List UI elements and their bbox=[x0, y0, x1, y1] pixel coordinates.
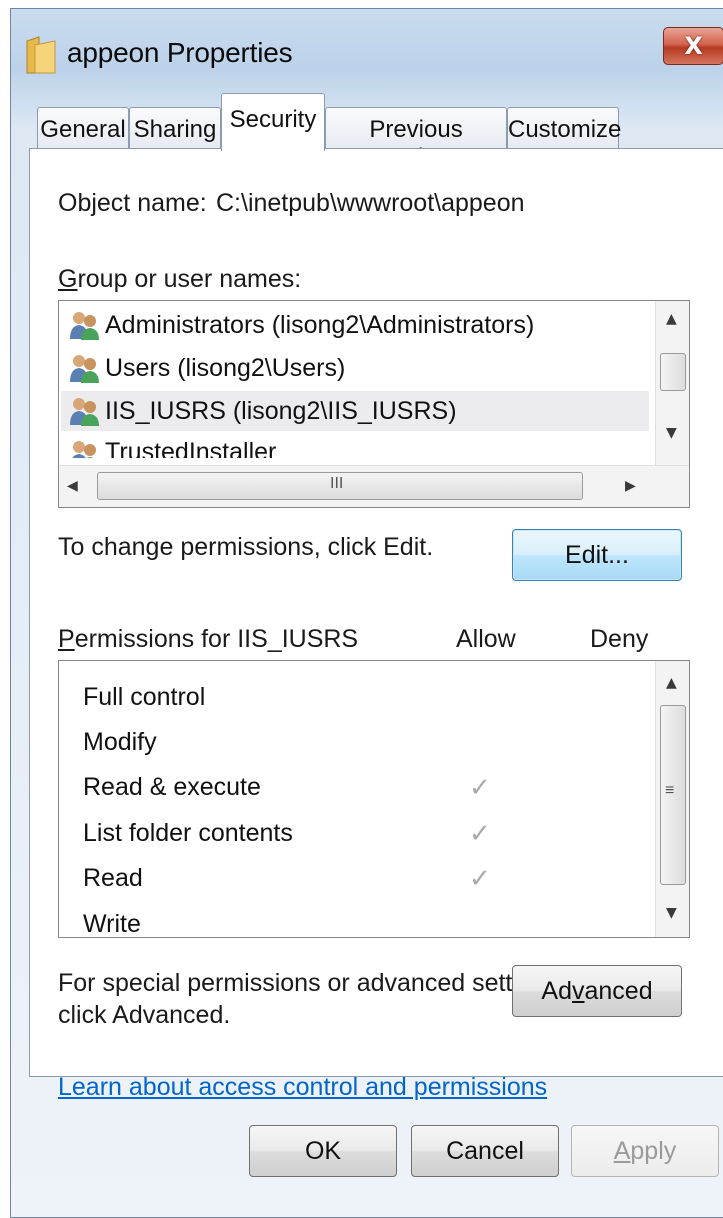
close-button[interactable]: X bbox=[663, 27, 723, 65]
list-item-iis-iusrs[interactable]: IIS_IUSRS (lisong2\IIS_IUSRS) bbox=[61, 391, 649, 431]
allow-check-icon: ✓ bbox=[469, 819, 491, 849]
group-names-label: Group or user names: bbox=[58, 265, 302, 293]
object-name-label: Object name: bbox=[58, 189, 207, 217]
security-panel: Object name: C:\inetpub\wwwroot\appeon G… bbox=[29, 148, 723, 1101]
advanced-hint-line1: For special permissions or advanced sett… bbox=[58, 969, 566, 997]
apply-button[interactable]: Apply bbox=[571, 1125, 719, 1177]
allow-header: Allow bbox=[456, 625, 516, 653]
allow-check-icon: ✓ bbox=[469, 773, 491, 803]
scroll-up-icon[interactable]: ▲ bbox=[666, 311, 677, 327]
edit-button[interactable]: Edit... bbox=[512, 529, 682, 581]
list-item-trustedinstaller[interactable]: TrustedInstaller bbox=[67, 434, 276, 458]
tab-sharing[interactable]: Sharing bbox=[129, 107, 221, 151]
tab-previous-versions[interactable]: Previous Versions bbox=[325, 107, 507, 171]
permission-list-folder-contents: List folder contents bbox=[83, 819, 293, 847]
user-list[interactable]: Administrators (lisong2\Administrators) … bbox=[58, 300, 690, 508]
user-list-hscrollbar[interactable]: ◀ III ▶ bbox=[59, 465, 689, 507]
folder-icon bbox=[26, 36, 56, 74]
change-permissions-hint: To change permissions, click Edit. bbox=[58, 533, 434, 561]
scroll-grip: ≡ bbox=[665, 782, 675, 799]
window-title: appeon Properties bbox=[67, 37, 293, 68]
scroll-thumb[interactable] bbox=[660, 353, 686, 391]
scroll-right-icon[interactable]: ▶ bbox=[625, 478, 636, 494]
scroll-left-icon[interactable]: ◀ bbox=[67, 478, 78, 494]
advanced-hint-line2: click Advanced. bbox=[58, 1001, 231, 1029]
user-name: TrustedInstaller bbox=[105, 438, 277, 458]
permission-read: Read bbox=[83, 864, 143, 892]
title-bar[interactable]: appeon Properties X bbox=[11, 9, 723, 85]
user-group-icon bbox=[70, 398, 99, 426]
object-name-value: C:\inetpub\wwwroot\appeon bbox=[216, 189, 525, 217]
permission-full-control: Full control bbox=[83, 683, 206, 711]
scroll-down-icon[interactable]: ▼ bbox=[666, 905, 677, 921]
user-list-vscrollbar[interactable]: ▲ ▼ bbox=[655, 301, 689, 465]
permissions-list: Full control Modify Read & execute ✓ Lis… bbox=[58, 660, 690, 938]
user-group-icon bbox=[72, 441, 96, 458]
scroll-down-icon[interactable]: ▼ bbox=[666, 425, 677, 441]
scroll-thumb[interactable]: III bbox=[97, 472, 583, 500]
learn-access-control-link[interactable]: Learn about access control and permissio… bbox=[58, 1073, 547, 1102]
ok-button[interactable]: OK bbox=[249, 1125, 397, 1177]
user-group-icon bbox=[70, 355, 99, 383]
scroll-up-icon[interactable]: ▲ bbox=[666, 675, 677, 691]
properties-window: appeon Properties X General Sharing Secu… bbox=[10, 8, 723, 1218]
permission-read-execute: Read & execute bbox=[83, 773, 261, 801]
tab-strip: General Sharing Security Previous Versio… bbox=[29, 93, 723, 171]
permissions-label: Permissions for IIS_IUSRS bbox=[58, 625, 359, 653]
scroll-grip: III bbox=[330, 475, 344, 492]
list-item-administrators[interactable]: Administrators (lisong2\Administrators) bbox=[67, 305, 534, 345]
advanced-button[interactable]: Ad v anced bbox=[512, 965, 682, 1017]
scroll-thumb[interactable]: ≡ bbox=[660, 705, 686, 885]
permission-modify: Modify bbox=[83, 728, 157, 756]
close-icon: X bbox=[684, 32, 703, 60]
user-name: IIS_IUSRS (lisong2\IIS_IUSRS) bbox=[105, 396, 457, 425]
tab-security[interactable]: Security bbox=[221, 93, 325, 151]
permissions-vscrollbar[interactable]: ▲ ≡ ▼ bbox=[655, 661, 689, 937]
allow-check-icon: ✓ bbox=[469, 864, 491, 894]
cancel-button[interactable]: Cancel bbox=[411, 1125, 559, 1177]
list-item-users[interactable]: Users (lisong2\Users) bbox=[67, 348, 345, 388]
user-group-icon bbox=[70, 312, 99, 340]
deny-header: Deny bbox=[590, 625, 649, 653]
user-name: Administrators (lisong2\Administrators) bbox=[105, 310, 535, 339]
tab-general[interactable]: General bbox=[37, 107, 129, 151]
user-name: Users (lisong2\Users) bbox=[105, 353, 346, 382]
permission-write: Write bbox=[83, 910, 141, 938]
tab-customize[interactable]: Customize bbox=[507, 107, 621, 151]
